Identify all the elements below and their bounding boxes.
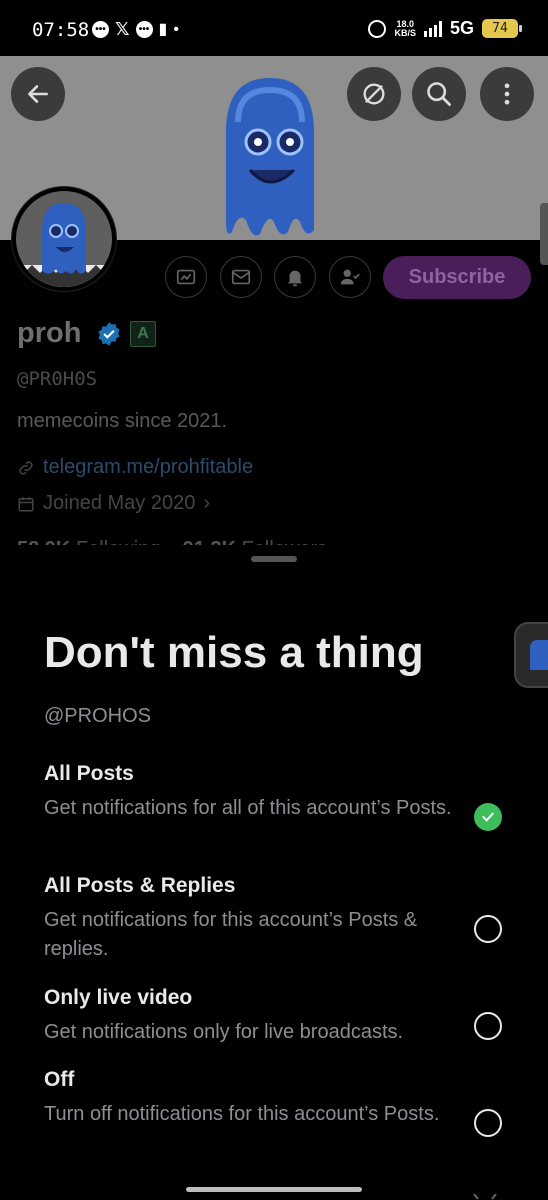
option-description: Get notifications for this account’s Pos… (44, 909, 418, 960)
chat-notification-icon: ••• (92, 21, 109, 38)
no-translate-icon (363, 83, 385, 105)
status-left-icons: ••• 𝕏 ••• ▮ • (92, 19, 179, 39)
profile-name: proh (17, 317, 82, 349)
profile-joined-row[interactable]: Joined May 2020 › (17, 492, 210, 515)
side-scroll-tab[interactable] (540, 203, 548, 265)
gesture-nav-bar[interactable] (186, 1187, 362, 1192)
x-app-icon: 𝕏 (115, 19, 130, 39)
status-bar: 07:58 ••• 𝕏 ••• ▮ • 18.0 KB/S 5G 74 (0, 0, 548, 56)
more-notifications-dot-icon: • (173, 21, 179, 38)
battery-saver-icon: ▮ (158, 21, 168, 38)
grok-icon (176, 269, 196, 285)
radio-unselected[interactable] (474, 1109, 502, 1137)
status-right-icons: 18.0 KB/S 5G 74 (368, 18, 522, 39)
radio-selected[interactable] (474, 803, 502, 831)
message-button[interactable] (220, 256, 262, 298)
option-title: All Posts & Replies (44, 874, 236, 897)
chat-notification-icon-2: ••• (135, 21, 153, 38)
back-button[interactable] (11, 67, 65, 121)
link-icon (19, 460, 33, 475)
more-button[interactable] (480, 67, 534, 121)
grok-button[interactable] (165, 256, 207, 298)
subscribe-button[interactable]: Subscribe (383, 256, 531, 299)
ghost-avatar-image (16, 203, 112, 287)
option-description: Get notifications for all of this accoun… (44, 797, 452, 819)
profile-bio: memecoins since 2021. (17, 410, 228, 432)
battery-icon: 74 (482, 19, 522, 38)
notifications-sheet: Don't miss a thing @PROHOS All Posts Get… (0, 545, 548, 1200)
sheet-title: Don't miss a thing (44, 628, 424, 677)
radio-unselected[interactable] (474, 1012, 502, 1040)
option-title: Off (44, 1068, 75, 1091)
profile-link-row[interactable]: telegram.me/prohfitable (17, 456, 253, 479)
sheet-drag-handle[interactable] (251, 556, 297, 562)
more-vertical-icon (504, 83, 510, 105)
network-speed: 18.0 KB/S (394, 19, 416, 38)
alarm-icon (368, 19, 387, 38)
signal-icon (423, 20, 442, 37)
profile-handle: @PR0H0S (17, 368, 98, 390)
profile-joined: Joined May 2020 (43, 492, 196, 514)
profile-link[interactable]: telegram.me/prohfitable (43, 456, 253, 479)
ghost-bubble-icon (530, 640, 548, 670)
check-icon (482, 812, 494, 822)
network-speed-unit: KB/S (394, 27, 416, 38)
affiliate-badge[interactable]: A (130, 321, 156, 347)
bell-icon (287, 270, 303, 287)
calendar-icon (18, 496, 34, 511)
chevron-down-icon (473, 1194, 497, 1200)
mail-icon (231, 269, 251, 285)
option-title: All Posts (44, 762, 134, 785)
notifications-button[interactable] (274, 256, 316, 298)
back-arrow-icon (28, 85, 48, 103)
search-icon (427, 82, 451, 106)
sheet-account-handle: @PROHOS (44, 705, 151, 727)
chevron-right-icon: › (203, 492, 210, 514)
option-title: Only live video (44, 986, 193, 1009)
option-description: Get notifications only for live broadcas… (44, 1021, 404, 1043)
option-description: Turn off notifications for this account’… (44, 1103, 440, 1125)
network-type: 5G (449, 18, 474, 38)
ghost-banner-art (226, 78, 314, 236)
mute-button[interactable] (347, 67, 401, 121)
search-button[interactable] (412, 67, 466, 121)
verified-badge-icon (98, 322, 120, 346)
floating-chat-bubble[interactable] (514, 622, 548, 688)
person-check-icon (340, 269, 360, 285)
status-time: 07:58 (32, 19, 90, 41)
following-button[interactable] (329, 256, 371, 298)
avatar[interactable] (12, 187, 116, 291)
radio-unselected[interactable] (474, 915, 502, 943)
